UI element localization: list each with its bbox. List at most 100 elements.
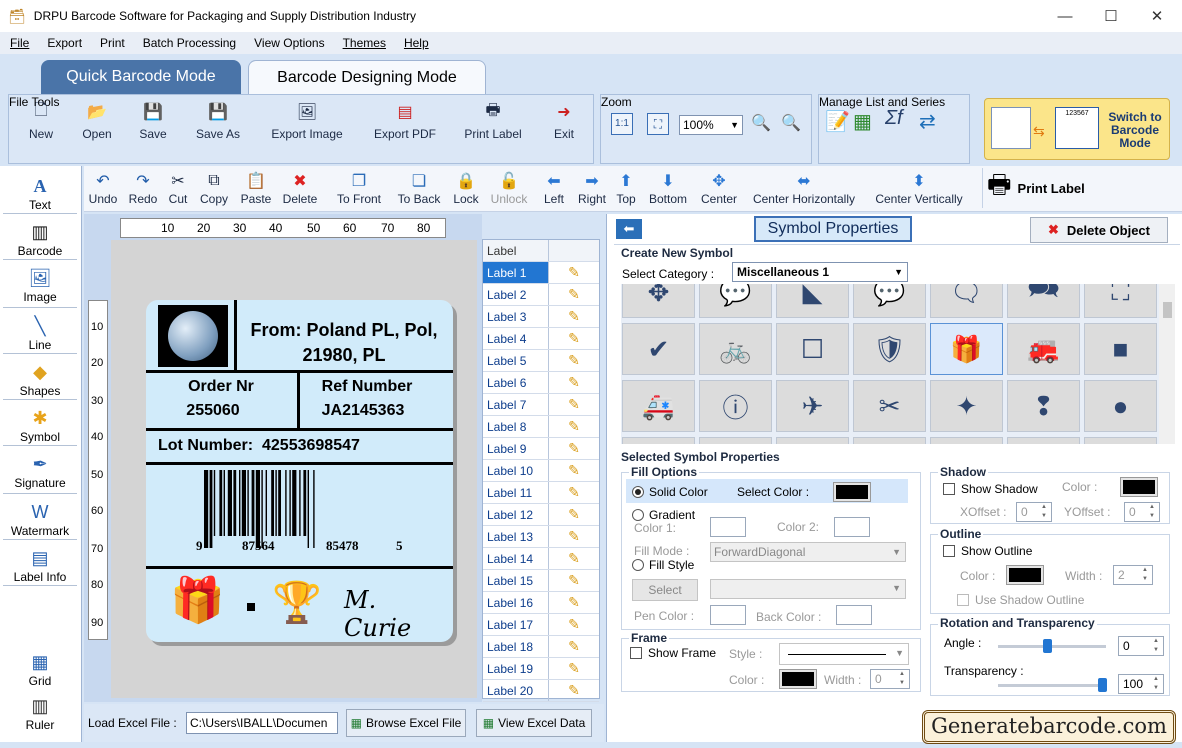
show-shadow-checkbox[interactable]: Show Shadow [943,482,1038,496]
frame-style-select[interactable]: ▼ [779,643,909,665]
to-front-button[interactable]: ❐ To Front [334,170,384,206]
label-list-item[interactable]: Label 4 ✎ [483,328,599,350]
pencil-edit-icon[interactable]: ✎ [549,484,599,501]
pencil-edit-icon[interactable]: ✎ [549,528,599,545]
frame-width-spinner[interactable]: 0 [870,669,910,689]
tab-quick-barcode-mode[interactable]: Quick Barcode Mode [41,60,241,94]
symbol-tool[interactable]: ✱ Symbol [3,406,77,446]
gift-box-icon[interactable]: 🎁 [170,576,225,626]
label-list-item[interactable]: Label 17 ✎ [483,614,599,636]
align-bottom-button[interactable]: ⬇ Bottom [646,170,690,206]
trophy-icon[interactable]: 🏆 [270,578,324,628]
switch-to-barcode-mode-button[interactable]: ⇆ 123567 Switch to Barcode Mode [984,98,1170,160]
zoom-select[interactable]: 100% ▼ [679,115,743,135]
pencil-edit-icon[interactable]: ✎ [549,374,599,391]
close-button[interactable]: ✕ [1134,0,1180,32]
save-button[interactable]: 💾 Save [133,101,173,141]
order-nr-title[interactable]: Order Nr [146,378,296,396]
label-list-item[interactable]: Label 10 ✎ [483,460,599,482]
signature-tool[interactable]: ✒ Signature [3,452,77,494]
pen-color-swatch[interactable] [710,605,746,625]
pencil-edit-icon[interactable]: ✎ [549,264,599,281]
frame-color-swatch[interactable] [779,669,817,689]
scroll-thumb[interactable] [1163,302,1172,318]
label-list-item[interactable]: Label 3 ✎ [483,306,599,328]
series-formula-icon[interactable]: Σf [885,107,903,130]
align-right-button[interactable]: ➡ Right [576,170,608,206]
symbol-option[interactable]: 💬 [699,284,772,318]
zoom-in-icon[interactable]: 🔍 [751,113,771,133]
maximize-button[interactable]: ☐ [1088,0,1134,32]
symbol-option[interactable]: 🗪 [1007,284,1080,318]
symbol-option[interactable]: 🚑 [622,380,695,432]
outline-color-swatch[interactable] [1006,565,1044,585]
symbol-option[interactable]: ✈ [776,380,849,432]
barcode-tool[interactable]: ▥ Barcode [3,220,77,260]
category-select[interactable]: Miscellaneous 1 ▼ [732,262,908,282]
transparency-spinner[interactable]: 100 [1118,674,1164,694]
actual-size-icon[interactable]: 1:1 [611,113,633,135]
outline-width-spinner[interactable]: 2 [1113,565,1153,585]
signature-image[interactable]: M. Curie [344,586,444,642]
print-label-ribbon-button[interactable]: 🖶 Print Label [457,101,529,142]
symbol-option[interactable] [622,437,695,444]
symbol-grid-scrollbar[interactable] [1159,284,1175,444]
new-button[interactable]: 🗋 New [23,101,59,142]
label-list-item[interactable]: Label 19 ✎ [483,658,599,680]
label-list-item[interactable]: Label 12 ✎ [483,504,599,526]
symbol-option[interactable] [1084,437,1157,444]
ruler-tool[interactable]: ▥ Ruler [3,694,77,734]
ref-number-title[interactable]: Ref Number [300,378,434,396]
excel-path-input[interactable] [186,712,338,734]
symbol-option[interactable]: 🗨 [930,284,1003,318]
symbol-option[interactable]: ✥ [622,284,695,318]
save-as-button[interactable]: 💾 Save As [189,101,247,141]
unlock-button[interactable]: 🔓 Unlock [488,170,530,206]
edit-list-icon[interactable]: 📝 [825,109,850,134]
exit-button[interactable]: ➜ Exit [545,101,583,141]
pencil-edit-icon[interactable]: ✎ [549,572,599,589]
ref-number-value[interactable]: JA2145363 [300,402,426,420]
print-label-button[interactable]: 🖶 Print Label [982,168,1114,208]
select-style-button[interactable]: Select [632,579,698,601]
globe-image[interactable] [158,305,228,367]
symbol-option[interactable]: ✔ [622,323,695,375]
minimize-button[interactable]: — [1042,0,1088,32]
order-nr-value[interactable]: 255060 [146,402,280,420]
label-list-item[interactable]: Label 18 ✎ [483,636,599,658]
color2-swatch[interactable] [834,517,870,537]
pencil-edit-icon[interactable]: ✎ [549,462,599,479]
color1-swatch[interactable] [710,517,746,537]
label-list-item[interactable]: Label 8 ✎ [483,416,599,438]
fill-style-radio[interactable]: Fill Style [632,558,694,572]
symbol-option[interactable]: ■ [1084,323,1157,375]
show-outline-checkbox[interactable]: Show Outline [943,544,1032,558]
paste-button[interactable]: 📋 Paste [238,170,274,206]
open-button[interactable]: 📂 Open [77,101,117,141]
solid-color-radio[interactable]: Solid Color [632,485,708,499]
angle-spinner[interactable]: 0 [1118,636,1164,656]
pencil-edit-icon[interactable]: ✎ [549,660,599,677]
pencil-edit-icon[interactable]: ✎ [549,286,599,303]
symbol-option[interactable]: ✂ [853,380,926,432]
fill-color-swatch[interactable] [833,482,871,502]
view-excel-button[interactable]: ▦ View Excel Data [476,709,592,737]
yoffset-spinner[interactable]: 0 [1124,502,1160,522]
symbol-option[interactable] [699,437,772,444]
export-pdf-button[interactable]: ▤ Export PDF [369,101,441,141]
excel-icon[interactable]: ▦ [853,109,872,134]
show-frame-checkbox[interactable]: Show Frame [630,646,716,660]
watermark-tool[interactable]: W Watermark [3,500,77,540]
align-left-button[interactable]: ⬅ Left [542,170,566,206]
fill-mode-select[interactable]: ForwardDiagonal ▼ [710,542,906,562]
menu-view-options[interactable]: View Options [254,36,324,50]
angle-slider-thumb[interactable] [1043,639,1052,653]
center-vertically-button[interactable]: ⬍ Center Vertically [870,170,968,206]
symbol-option[interactable]: ◣ [776,284,849,318]
pencil-edit-icon[interactable]: ✎ [549,396,599,413]
pencil-edit-icon[interactable]: ✎ [549,352,599,369]
copy-button[interactable]: ⧉ Copy [198,170,230,206]
pencil-edit-icon[interactable]: ✎ [549,308,599,325]
menu-batch-processing[interactable]: Batch Processing [143,36,236,50]
symbol-option[interactable]: ☐ [776,323,849,375]
